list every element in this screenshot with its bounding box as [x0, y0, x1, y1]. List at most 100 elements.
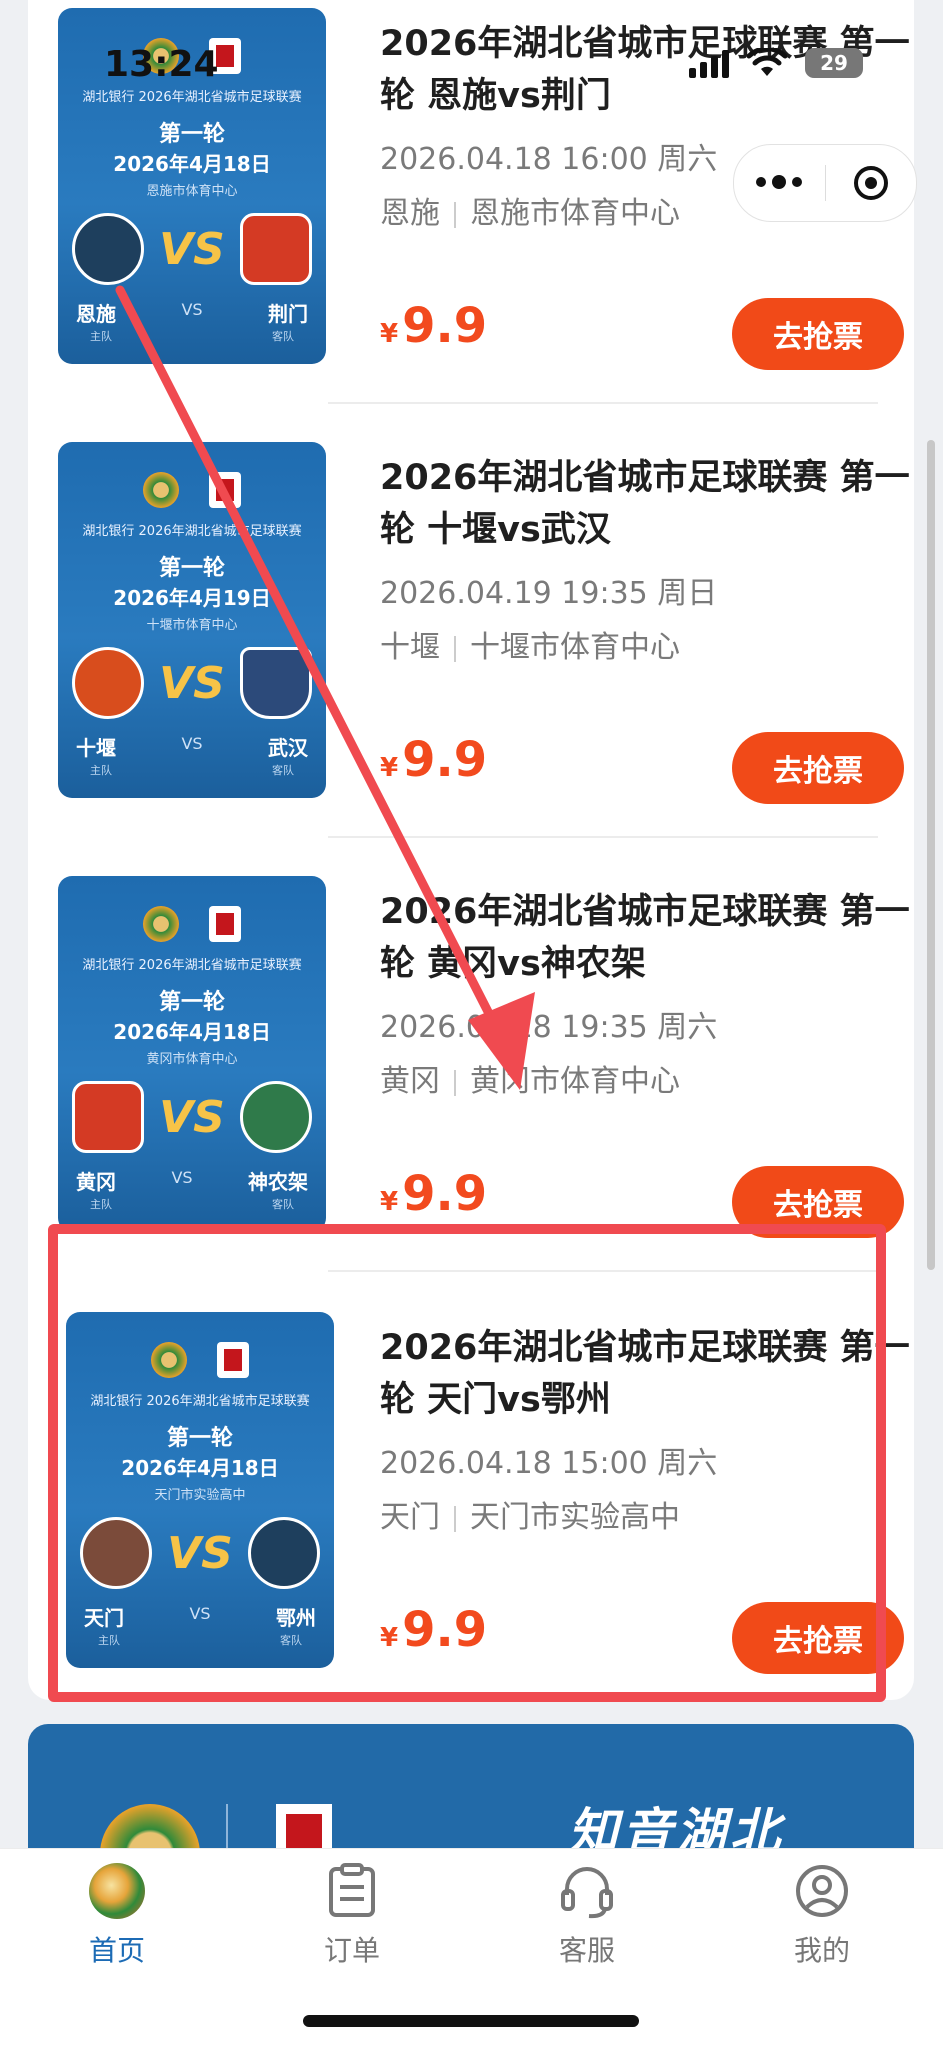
- sponsor-logos: [58, 906, 326, 942]
- buy-ticket-button[interactable]: 去抢票: [732, 1602, 904, 1674]
- team-badges: VS: [72, 213, 312, 285]
- match-venue-line: 黄冈 黄冈市体育中心: [380, 1056, 914, 1100]
- poster-date: 2026年4月18日: [113, 1020, 271, 1044]
- close-miniprogram-icon[interactable]: [826, 166, 917, 200]
- team-names: 天门 VS 鄂州: [84, 1602, 316, 1631]
- list-divider: [328, 1270, 878, 1272]
- headset-icon: [559, 1863, 615, 1919]
- poster-round: 第一轮: [158, 990, 225, 1015]
- buy-ticket-button[interactable]: 去抢票: [732, 1166, 904, 1238]
- tab-label: 订单: [323, 1934, 380, 1967]
- venue-divider: [454, 635, 456, 662]
- match-item[interactable]: 湖北银行 2026年湖北省城市足球联赛 第一轮 2026年4月18日 天门市实验…: [58, 1312, 914, 1674]
- away-team-badge-icon: [248, 1517, 320, 1589]
- match-price: ¥9.9: [380, 298, 487, 354]
- tab-service[interactable]: 客服: [497, 1863, 677, 1969]
- more-options-icon[interactable]: [734, 175, 825, 189]
- user-icon: [794, 1863, 850, 1919]
- poster-league: 湖北银行 2026年湖北省城市足球联赛: [82, 524, 302, 539]
- match-city: 恩施: [380, 196, 440, 231]
- home-role: 主队: [90, 764, 112, 777]
- match-title: 2026年湖北省城市足球联赛 第一轮 十堰vs武汉: [380, 458, 910, 550]
- bottom-tab-bar: 首页 订单 客服 我的: [0, 1848, 943, 2045]
- team-roles: 主队 客队: [90, 328, 294, 344]
- match-info: 2026年湖北省城市足球联赛 第一轮 十堰vs武汉 2026.04.19 19:…: [380, 452, 914, 666]
- bank-logo-icon: [209, 472, 241, 508]
- names-vs: VS: [181, 734, 203, 753]
- league-emblem-icon: [151, 1342, 187, 1378]
- sponsor-logos: [58, 472, 326, 508]
- away-team-name: 鄂州: [275, 1606, 316, 1630]
- away-team-badge-icon: [240, 647, 312, 719]
- order-clipboard-icon: [324, 1863, 380, 1919]
- away-team-badge-icon: [240, 1081, 312, 1153]
- poster-round: 第一轮: [158, 122, 225, 147]
- match-venue: 十堰市体育中心: [470, 630, 680, 665]
- team-badges: VS: [72, 1081, 312, 1153]
- match-price: ¥9.9: [380, 1166, 487, 1222]
- match-poster[interactable]: 湖北银行 2026年湖北省城市足球联赛 第一轮 2026年4月18日 黄冈市体育…: [58, 876, 326, 1232]
- match-venue-line: 十堰 十堰市体育中心: [380, 622, 914, 666]
- match-info: 2026年湖北省城市足球联赛 第一轮 天门vs鄂州 2026.04.18 15:…: [380, 1322, 914, 1536]
- team-roles: 主队 客队: [98, 1632, 302, 1648]
- bank-logo-icon: [209, 906, 241, 942]
- home-indicator[interactable]: [303, 2015, 639, 2027]
- team-names: 黄冈 VS 神农架: [76, 1166, 308, 1195]
- team-roles: 主队 客队: [90, 1196, 294, 1212]
- home-team-badge-icon: [72, 1081, 144, 1153]
- names-vs: VS: [181, 300, 203, 319]
- league-emblem-icon: [143, 906, 179, 942]
- home-team-badge-icon: [80, 1517, 152, 1589]
- home-team-name: 黄冈: [76, 1170, 116, 1194]
- poster-league: 湖北银行 2026年湖北省城市足球联赛: [82, 90, 302, 105]
- cellular-signal-icon: [689, 48, 729, 78]
- list-divider: [328, 836, 878, 838]
- names-vs: VS: [189, 1604, 211, 1623]
- venue-divider: [454, 201, 456, 228]
- tab-label: 客服: [558, 1934, 615, 1967]
- home-team-name: 十堰: [76, 736, 116, 760]
- home-team-badge-icon: [72, 213, 144, 285]
- scrollbar[interactable]: [927, 440, 935, 1270]
- poster-venue: 恩施市体育中心: [146, 184, 238, 199]
- buy-ticket-button[interactable]: 去抢票: [732, 732, 904, 804]
- price-value: 9.9: [402, 298, 488, 354]
- poster-vs: VS: [167, 1527, 233, 1579]
- match-poster[interactable]: 湖北银行 2026年湖北省城市足球联赛 第一轮 2026年4月19日 十堰市体育…: [58, 442, 326, 798]
- match-poster[interactable]: 湖北银行 2026年湖北省城市足球联赛 第一轮 2026年4月18日 天门市实验…: [66, 1312, 334, 1668]
- home-team-badge-icon: [72, 647, 144, 719]
- team-names: 恩施 VS 荆门: [76, 298, 308, 327]
- price-value: 9.9: [402, 732, 488, 788]
- tab-mine[interactable]: 我的: [732, 1863, 912, 1969]
- buy-ticket-button[interactable]: 去抢票: [732, 298, 904, 370]
- price-currency: ¥: [380, 753, 399, 783]
- tab-orders[interactable]: 订单: [262, 1863, 442, 1969]
- match-list: 湖北银行 2026年湖北省城市足球联赛 第一轮 2026年4月18日 恩施市体育…: [28, 0, 914, 1700]
- match-price: ¥9.9: [380, 1602, 487, 1658]
- team-roles: 主队 客队: [90, 762, 294, 778]
- match-city: 天门: [380, 1500, 440, 1535]
- sponsor-logos: [66, 1342, 334, 1378]
- away-role: 客队: [272, 1198, 294, 1211]
- price-currency: ¥: [380, 1623, 399, 1653]
- miniprogram-capsule: [733, 144, 917, 222]
- tab-label: 我的: [793, 1934, 850, 1967]
- away-role: 客队: [280, 1634, 302, 1647]
- away-role: 客队: [272, 764, 294, 777]
- team-badges: VS: [72, 647, 312, 719]
- match-venue: 恩施市体育中心: [470, 196, 680, 231]
- venue-divider: [454, 1069, 456, 1096]
- poster-date: 2026年4月18日: [113, 152, 271, 176]
- poster-date: 2026年4月18日: [121, 1456, 279, 1480]
- match-title: 2026年湖北省城市足球联赛 第一轮 黄冈vs神农架: [380, 892, 910, 984]
- match-item[interactable]: 湖北银行 2026年湖北省城市足球联赛 第一轮 2026年4月19日 十堰市体育…: [58, 442, 914, 804]
- match-item[interactable]: 湖北银行 2026年湖北省城市足球联赛 第一轮 2026年4月18日 黄冈市体育…: [58, 876, 914, 1238]
- poster-round: 第一轮: [166, 1426, 233, 1451]
- price-value: 9.9: [402, 1166, 488, 1222]
- poster-vs: VS: [159, 223, 225, 275]
- poster-league: 湖北银行 2026年湖北省城市足球联赛: [90, 1394, 310, 1409]
- match-venue: 黄冈市体育中心: [470, 1064, 680, 1099]
- tab-home[interactable]: 首页: [27, 1863, 207, 1969]
- poster-league: 湖北银行 2026年湖北省城市足球联赛: [82, 958, 302, 973]
- status-icons: 29: [689, 48, 863, 78]
